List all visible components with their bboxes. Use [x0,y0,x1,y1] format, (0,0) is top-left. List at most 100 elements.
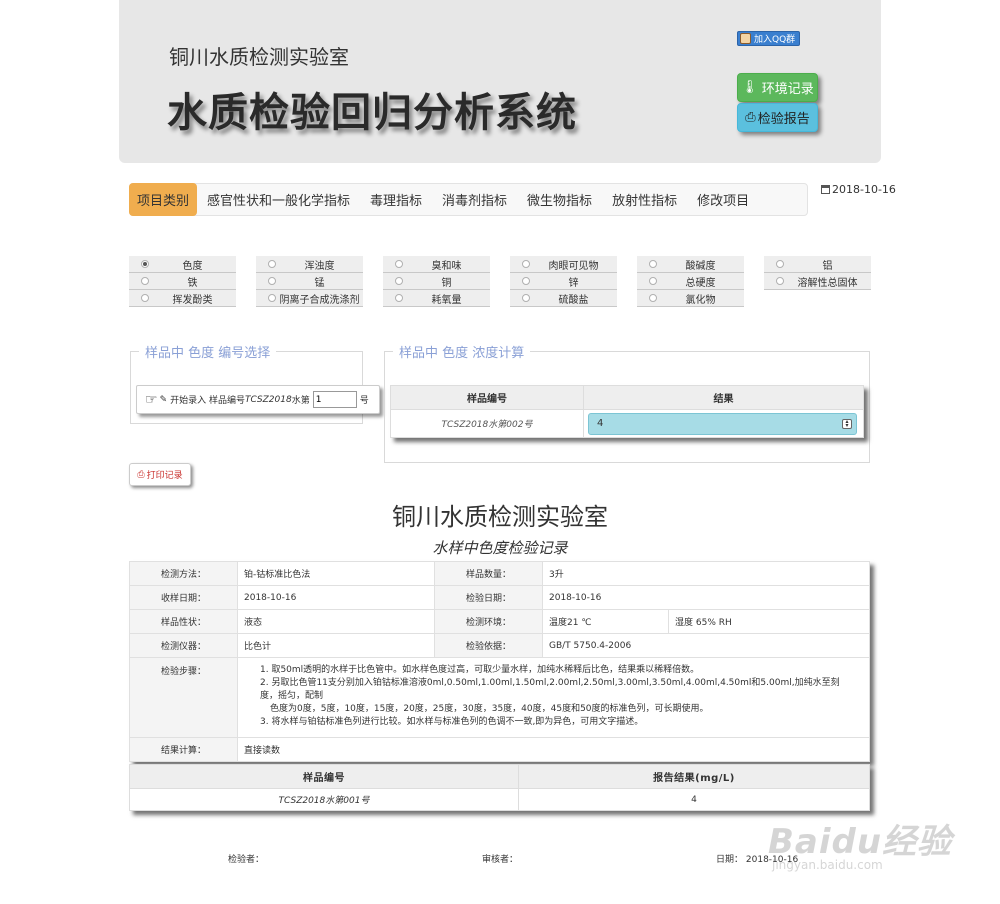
tab-modify-items[interactable]: 修改项目 [687,190,759,209]
test-item-label: 阴离子合成洗涤剂 [279,294,360,306]
test-item-radio[interactable]: 臭和味 [383,256,490,273]
test-item-label: 耗氧量 [431,294,462,306]
sample-prefix-label: TCSZ2018 [244,394,292,405]
method-label: 检测方法： [129,561,238,586]
test-item-label: 挥发酚类 [172,294,213,306]
record-subtitle: 水样中色度检验记录 [432,539,568,557]
radio-button-icon[interactable] [522,294,530,302]
test-item-label: 色度 [182,260,203,272]
quantity-label: 样品数量： [434,561,543,586]
printer-icon: ⎙ [745,110,756,125]
result-sample-id: TCSZ2018水第001号 [129,788,519,811]
test-item-label: 肉眼可见物 [548,260,599,272]
radio-button-icon[interactable] [649,260,657,268]
test-item-radio[interactable]: 耗氧量 [383,290,490,307]
radio-button-icon[interactable] [776,260,784,268]
test-item-radio[interactable]: 浑浊度 [256,256,363,273]
inspection-record-table: 检测方法： 铂-钴标准比色法 样品数量： 3升 收样日期： 2018-10-16… [129,561,870,762]
test-item-radio[interactable]: 酸碱度 [637,256,744,273]
test-item-radio[interactable]: 铁 [129,273,236,290]
report-result-table: 样品编号 报告结果(mg/L) TCSZ2018水第001号 4 [129,764,870,811]
environment-label: 检测环境： [434,609,543,634]
test-item-label: 硫酸盐 [558,294,589,306]
calendar-icon [821,185,830,194]
result-select[interactable]: 4 ▴ ▾ [588,412,857,435]
system-title: 水质检验回归分析系统 [167,90,577,136]
radio-button-icon[interactable] [649,294,657,302]
test-item-label: 铁 [187,277,198,289]
radio-button-icon[interactable] [268,277,276,285]
tab-toxicology[interactable]: 毒理指标 [360,190,432,209]
step-2-continued: 色度为0度，5度，10度，15度，20度，25度，30度，35度，40度，45度… [270,704,709,714]
record-title: 铜川水质检测实验室 [392,503,608,531]
test-item-radio[interactable]: 色度 [129,256,236,273]
test-item-radio[interactable]: 挥发酚类 [129,290,236,307]
tab-microbiology[interactable]: 微生物指标 [517,190,602,209]
watermark-logo-text: Baidu经验 [768,822,953,862]
basis-label: 检验依据： [434,633,543,658]
radio-button-icon[interactable] [141,260,149,268]
tab-sensory-chemical[interactable]: 感官性状和一般化学指标 [197,190,360,209]
test-item-radio[interactable]: 肉眼可见物 [510,256,617,273]
inspection-report-label: 检验报告 [757,112,810,127]
test-item-radio[interactable]: 铝 [764,256,871,273]
footer-date-label: 日期： [716,855,744,865]
header-banner: 铜川水质检测实验室 水质检验回归分析系统 加入QQ群 🌡 环境记录 ⎙ 检验报告 [119,0,881,163]
radio-button-icon[interactable] [268,294,276,302]
step-1: 1. 取50ml透明的水样于比色管中。如水样色度过高，可取少量水样，加纯水稀释后… [260,665,700,675]
join-qq-group-label: 加入QQ群 [754,35,796,45]
radio-button-icon[interactable] [395,260,403,268]
test-item-radio[interactable]: 铜 [383,273,490,290]
test-item-radio[interactable]: 溶解性总固体 [764,273,871,290]
sample-number-input[interactable] [312,391,357,408]
radio-button-icon[interactable] [141,294,149,302]
environment-record-button[interactable]: 🌡 环境记录 [737,73,818,102]
test-item-radio[interactable]: 硫酸盐 [510,290,617,307]
radio-button-icon[interactable] [776,277,784,285]
instrument-label: 检测仪器： [129,633,238,658]
result-col-sample: 样品编号 [129,764,519,789]
printer-icon: ⎙ [137,469,145,480]
result-select-value: 4 [597,418,604,429]
test-item-label: 总硬度 [685,277,716,289]
test-item-label: 锰 [314,277,325,289]
step-2: 2. 另取比色管11支分别加入铂钴标准溶液0ml,0.50ml,1.00ml,1… [260,678,840,701]
radio-button-icon[interactable] [522,260,530,268]
radio-button-icon[interactable] [268,260,276,268]
test-item-radio[interactable]: 阴离子合成洗涤剂 [256,290,363,307]
tab-disinfectant[interactable]: 消毒剂指标 [432,190,517,209]
sample-property-label: 样品性状： [129,609,238,634]
test-item-radio[interactable]: 锰 [256,273,363,290]
pointing-hand-icon: ☞ [145,391,158,408]
quantity-value: 3升 [542,561,870,586]
radio-button-icon[interactable] [141,277,149,285]
steps-content: 1. 取50ml透明的水样于比色管中。如水样色度过高，可取少量水样，加纯水稀释后… [237,657,870,738]
concentration-calc-table: 样品编号 结果 TCSZ2018水第002号 4 ▴ ▾ [390,385,864,438]
test-item-radio[interactable]: 氯化物 [637,290,744,307]
test-item-radio[interactable]: 锌 [510,273,617,290]
qq-avatar-icon [740,33,751,44]
join-qq-group-button[interactable]: 加入QQ群 [737,31,801,46]
sample-number-select-legend: 样品中 色度 编号选择 [139,342,277,361]
radio-button-icon[interactable] [395,277,403,285]
entry-prefix-label: 开始录入 样品编号 [170,396,245,406]
radio-button-icon[interactable] [395,294,403,302]
inspection-report-button[interactable]: ⎙ 检验报告 [737,103,818,132]
radio-button-icon[interactable] [522,277,530,285]
calc-result-cell: 4 ▴ ▾ [583,409,864,438]
receive-date-label: 收样日期： [129,585,238,610]
receive-date-value: 2018-10-16 [237,585,435,610]
test-item-label: 臭和味 [431,260,462,272]
calc-method-label: 结果计算： [129,737,238,762]
tab-radioactivity[interactable]: 放射性指标 [602,190,687,209]
calc-col-sample: 样品编号 [390,385,584,410]
tab-project-category[interactable]: 项目类别 [129,182,197,216]
test-item-radio[interactable]: 总硬度 [637,273,744,290]
print-record-button[interactable]: ⎙ 打印记录 [129,463,191,486]
result-col-value: 报告结果(mg/L) [518,764,870,789]
test-date-value: 2018-10-16 [542,585,870,610]
pencil-icon: ✎ [159,394,168,405]
updown-spinner-icon: ▴ ▾ [842,418,852,429]
radio-button-icon[interactable] [649,277,657,285]
test-item-label: 氯化物 [685,294,716,306]
